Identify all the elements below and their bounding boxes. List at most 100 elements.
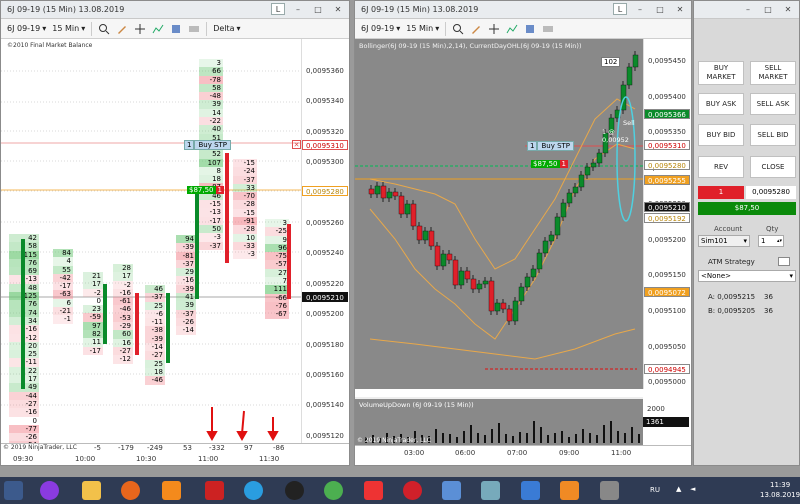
footprint-plot[interactable]: ©2010 Final Market Balance 42 58 115 76 69 -1… — [1, 39, 301, 450]
instrument-selector[interactable]: 6J 09-19 ▾ — [7, 24, 46, 33]
firefox-icon[interactable] — [121, 481, 140, 500]
candle-body — [488, 280, 495, 312]
volume-bar — [484, 435, 486, 443]
minimize-icon[interactable]: – — [291, 3, 305, 15]
sell-fill-note: 1 @ 0,00952 — [602, 128, 629, 144]
start-icon[interactable] — [4, 481, 23, 500]
left-time-axis[interactable]: © 2019 NinjaTrader, LLC -5 -179 -249 53 … — [1, 443, 349, 465]
price-tick: 0,0095160 — [306, 371, 344, 379]
buy-stop-order[interactable]: 1 Buy STP — [184, 140, 232, 150]
maximize-icon[interactable]: □ — [761, 3, 775, 15]
price-tag: 0,0095280 — [302, 186, 348, 196]
delta-4: 53 — [183, 444, 192, 452]
delta-mode-selector[interactable]: Delta ▾ — [213, 24, 240, 33]
reverse-button[interactable]: REV — [698, 156, 744, 178]
footprint-bar-2: 84 4 55 -42 -17 -63 6 -21 -1 — [53, 249, 73, 324]
maximize-icon[interactable]: □ — [311, 3, 325, 15]
app-icon[interactable] — [442, 481, 461, 500]
indicators-icon[interactable] — [152, 23, 164, 35]
maximize-icon[interactable]: □ — [653, 3, 667, 15]
minimize-icon[interactable]: – — [633, 3, 647, 15]
buy-bid-button[interactable]: BUY BID — [698, 124, 744, 146]
price-tick: 0,0095320 — [306, 127, 344, 136]
properties-icon[interactable] — [542, 23, 554, 35]
stepper-arrows-icon[interactable]: ▴▾ — [777, 236, 782, 247]
quantity-stepper[interactable]: 1 ▴▾ — [758, 235, 784, 247]
ninjatrader-icon[interactable] — [205, 481, 224, 500]
candle-body — [428, 230, 435, 247]
footprint-cell: 84 — [53, 249, 73, 258]
left-price-axis[interactable]: 0,0095360 0,0095340 0,0095320 0,0095300 0,00… — [301, 39, 349, 443]
footprint-cell: 9 — [265, 235, 289, 244]
properties-icon[interactable] — [188, 23, 200, 35]
order-panel-titlebar[interactable]: – □ ✕ — [694, 1, 799, 19]
price-tag: 0,0095192 — [644, 213, 690, 223]
app-icon[interactable] — [162, 481, 181, 500]
buy-stop-order[interactable]: 1 Buy STP — [527, 141, 575, 151]
close-position-button[interactable]: CLOSE — [750, 156, 796, 178]
strategies-icon[interactable] — [170, 23, 182, 35]
crosshair-icon[interactable] — [134, 23, 146, 35]
strategies-icon[interactable] — [524, 23, 536, 35]
atm-strategy-select[interactable]: <None> ▾ — [698, 270, 796, 282]
clock-time[interactable]: 11:39 — [770, 481, 790, 489]
footprint-cell: -48 — [199, 92, 223, 101]
crosshair-icon[interactable] — [488, 23, 500, 35]
footprint-cell: -46 — [113, 305, 133, 314]
app-icon[interactable] — [285, 481, 304, 500]
footprint-cell: -37 — [233, 175, 257, 184]
close-icon[interactable]: ✕ — [331, 3, 345, 15]
draw-tool-icon[interactable] — [116, 23, 128, 35]
instrument-selector[interactable]: 6J 09-19 ▾ — [361, 24, 400, 33]
link-button[interactable]: L — [613, 3, 627, 15]
language-indicator[interactable]: RU — [650, 486, 660, 494]
buy-ask-button[interactable]: BUY ASK — [698, 93, 744, 115]
file-explorer-icon[interactable] — [82, 481, 101, 500]
sell-ask-button[interactable]: SELL ASK — [750, 93, 796, 115]
delta-6: 97 — [244, 444, 253, 452]
network-icon[interactable]: ▲ — [676, 485, 681, 493]
account-select[interactable]: Sim101 ▾ — [698, 235, 750, 247]
app-icon[interactable] — [481, 481, 500, 500]
buy-market-button[interactable]: BUY MARKET — [698, 61, 744, 85]
position-marker[interactable]: $87,50 1 — [187, 186, 224, 194]
candle-body — [374, 185, 381, 195]
sell-market-button[interactable]: SELL MARKET — [750, 61, 796, 85]
interval-selector[interactable]: 15 Min ▾ — [52, 24, 85, 33]
close-icon[interactable]: ✕ — [781, 3, 795, 15]
chrome-icon[interactable] — [324, 481, 343, 500]
app-icon[interactable] — [600, 481, 619, 500]
minimize-icon[interactable]: – — [741, 3, 755, 15]
zoom-icon[interactable] — [452, 23, 464, 35]
draw-tool-icon[interactable] — [470, 23, 482, 35]
right-time-axis[interactable]: 03:00 06:00 07:00 09:00 11:00 — [355, 445, 691, 465]
yandex-icon[interactable] — [364, 481, 383, 500]
left-window-titlebar[interactable]: 6J 09-19 (15 Min) 13.08.2019 L – □ ✕ — [1, 1, 349, 19]
footprint-cell: -39 — [145, 334, 165, 344]
bid-size: 36 — [764, 307, 773, 315]
link-button[interactable]: L — [271, 3, 285, 15]
footprint-cell: -29 — [113, 322, 133, 331]
footprint-bar-8: -15 -24 -37 33 -70 -28 -15 -91 -28 10 -33 -3 — [233, 159, 257, 259]
opera-icon[interactable] — [403, 481, 422, 500]
app-icon[interactable] — [521, 481, 540, 500]
volume-icon[interactable]: ◄ — [690, 485, 695, 493]
right-window-titlebar[interactable]: 6J 09-19 (15 Min) 13.08.2019 L – □ ✕ — [355, 1, 691, 19]
close-icon[interactable]: ✕ — [673, 3, 687, 15]
volume-panel[interactable]: VolumeUpDown (6J 09-19 (15 Min)) © 2019 … — [355, 397, 643, 445]
zoom-icon[interactable] — [98, 23, 110, 35]
telegram-icon[interactable] — [244, 481, 263, 500]
footprint-cell: 10 — [233, 233, 257, 242]
right-price-axis[interactable]: 0,00954500,00954000,00953500,00953000,00… — [643, 39, 691, 389]
cancel-order-icon[interactable]: ✕ — [292, 140, 301, 149]
vlc-icon[interactable] — [560, 481, 579, 500]
candlestick-plot[interactable]: Bollinger(6J 09-19 (15 Min),2,14), Curre… — [355, 39, 643, 389]
position-marker[interactable]: $87,50 1 — [531, 160, 568, 168]
delta-5: -332 — [209, 444, 225, 452]
interval-selector[interactable]: 15 Min ▾ — [406, 24, 439, 33]
clock-date[interactable]: 13.08.2019 — [760, 491, 800, 499]
indicators-icon[interactable] — [506, 23, 518, 35]
atm-settings-icon[interactable] — [778, 257, 790, 266]
sell-bid-button[interactable]: SELL BID — [750, 124, 796, 146]
assistant-icon[interactable] — [40, 481, 59, 500]
